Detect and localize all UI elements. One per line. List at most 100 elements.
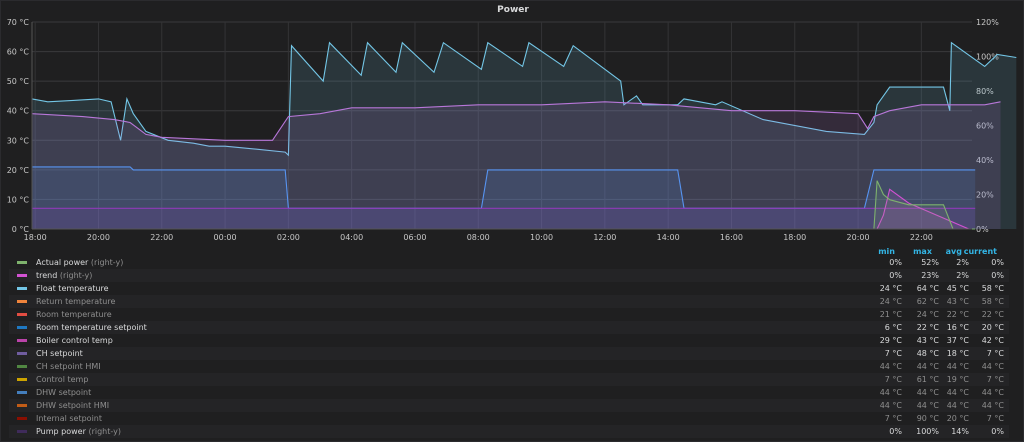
series-current: 20 °C (981, 323, 1004, 332)
series-name[interactable]: DHW setpoint HMI (36, 399, 109, 412)
series-color-swatch[interactable] (17, 300, 27, 303)
series-current: 42 °C (981, 336, 1004, 345)
y-left-tick-label: 10 °C (7, 195, 30, 204)
x-tick-label: 00:00 (214, 233, 237, 242)
series-current: 58 °C (981, 284, 1004, 293)
series-label: Actual power (36, 258, 89, 267)
series-label: Boiler control temp (36, 336, 113, 345)
series-label: Return temperature (36, 297, 116, 306)
legend-row[interactable]: Internal setpoint 7 °C 90 °C 20 °C 7 °C (9, 412, 1009, 425)
x-tick-label: 18:00 (24, 233, 47, 242)
legend-row[interactable]: Room temperature 21 °C 24 °C 22 °C 22 °C (9, 308, 1009, 321)
series-current: 0% (991, 258, 1004, 267)
series-name[interactable]: Boiler control temp (36, 334, 113, 347)
series-name[interactable]: trend (right-y) (36, 269, 92, 282)
legend-row[interactable]: Control temp 7 °C 61 °C 19 °C 7 °C (9, 373, 1009, 386)
series-color-swatch[interactable] (17, 261, 27, 264)
x-tick-label: 18:00 (783, 233, 806, 242)
x-tick-label: 14:00 (657, 233, 680, 242)
legend-row[interactable]: CH setpoint HMI 44 °C 44 °C 44 °C 44 °C (9, 360, 1009, 373)
x-tick-label: 16:00 (720, 233, 743, 242)
x-tick-label: 20:00 (847, 233, 870, 242)
series-area-3 (32, 208, 976, 229)
graph-panel: Power 0 °C 10 °C 20 °C 30 °C 40 °C 50 °C 60 °C… (0, 0, 1024, 442)
x-tick-label: 20:00 (87, 233, 110, 242)
legend-row[interactable]: DHW setpoint 44 °C 44 °C 44 °C 44 °C (9, 386, 1009, 399)
series-name[interactable]: DHW setpoint (36, 386, 91, 399)
y-left-tick-label: 40 °C (7, 107, 30, 116)
x-tick-label: 12:00 (593, 233, 616, 242)
series-label: Control temp (36, 375, 89, 384)
series-color-swatch[interactable] (17, 417, 27, 420)
legend-row[interactable]: CH setpoint 7 °C 48 °C 18 °C 7 °C (9, 347, 1009, 360)
y-left-tick-label: 70 °C (7, 18, 30, 27)
y-left-tick-label: 30 °C (7, 136, 30, 145)
series-current: 0% (991, 271, 1004, 280)
series-name[interactable]: CH setpoint HMI (36, 360, 101, 373)
series-color-swatch[interactable] (17, 430, 27, 433)
legend-row[interactable]: Actual power (right-y) 0% 52% 2% 0% (9, 256, 1009, 269)
legend-row[interactable]: trend (right-y) 0% 23% 2% 0% (9, 269, 1009, 282)
y-right-tick-label: 120% (976, 18, 999, 27)
series-color-swatch[interactable] (17, 287, 27, 290)
y-left-tick-label: 60 °C (7, 48, 30, 57)
legend-row[interactable]: DHW setpoint HMI 44 °C 44 °C 44 °C 44 °C (9, 399, 1009, 412)
series-name[interactable]: CH setpoint (36, 347, 83, 360)
series-color-swatch[interactable] (17, 339, 27, 342)
series-label: Float temperature (36, 284, 109, 293)
series-name[interactable]: Float temperature (36, 282, 109, 295)
series-current: 44 °C (981, 362, 1004, 371)
y-left-tick-label: 20 °C (7, 166, 30, 175)
series-label: DHW setpoint HMI (36, 401, 110, 410)
x-tick-label: 22:00 (150, 233, 173, 242)
legend-row[interactable]: Boiler control temp 29 °C 43 °C 37 °C 42 °C (9, 334, 1009, 347)
x-tick-label: 04:00 (340, 233, 363, 242)
series-name[interactable]: Internal setpoint (36, 412, 102, 425)
series-axis-suffix: (right-y) (88, 258, 124, 267)
series-color-swatch[interactable] (17, 313, 27, 316)
series-label: CH setpoint (36, 349, 83, 358)
series-label: Room temperature (36, 310, 112, 319)
x-tick-label: 22:00 (910, 233, 933, 242)
series-name[interactable]: Return temperature (36, 295, 115, 308)
chart-area: 0 °C10 °C20 °C30 °C40 °C50 °C60 °C70 °C0… (7, 18, 1017, 242)
legend-row[interactable]: Float temperature 24 °C 64 °C 45 °C 58 °C (9, 282, 1009, 295)
x-tick-label: 06:00 (403, 233, 426, 242)
series-label: trend (36, 271, 58, 280)
series-current: 44 °C (981, 388, 1004, 397)
series-color-swatch[interactable] (17, 274, 27, 277)
series-label: Pump power (36, 427, 86, 436)
series-label: DHW setpoint (36, 388, 92, 397)
series-name[interactable]: Actual power (right-y) (36, 256, 123, 269)
series-current: 7 °C (986, 414, 1004, 423)
series-current: 58 °C (981, 297, 1004, 306)
legend-row[interactable]: Return temperature 24 °C 62 °C 43 °C 58 °C (9, 295, 1009, 308)
legend-row[interactable]: Room temperature setpoint 6 °C 22 °C 16 °C 2… (9, 321, 1009, 334)
series-label: CH setpoint HMI (36, 362, 101, 371)
series-name[interactable]: Pump power (right-y) (36, 425, 121, 438)
series-color-swatch[interactable] (17, 378, 27, 381)
series-axis-suffix: (right-y) (85, 427, 121, 436)
series-color-swatch[interactable] (17, 391, 27, 394)
series-name[interactable]: Room temperature setpoint (36, 321, 147, 334)
series-current: 0% (991, 427, 1004, 436)
series-label: Internal setpoint (36, 414, 103, 423)
x-tick-label: 02:00 (277, 233, 300, 242)
series-label: Room temperature setpoint (36, 323, 147, 332)
x-tick-label: 08:00 (467, 233, 490, 242)
series-name[interactable]: Room temperature (36, 308, 112, 321)
legend-header-current[interactable]: current (947, 247, 997, 256)
series-color-swatch[interactable] (17, 352, 27, 355)
series-color-swatch[interactable] (17, 365, 27, 368)
y-left-tick-label: 50 °C (7, 77, 30, 86)
x-tick-label: 10:00 (530, 233, 553, 242)
series-color-swatch[interactable] (17, 404, 27, 407)
series-color-swatch[interactable] (17, 326, 27, 329)
series-axis-suffix: (right-y) (57, 271, 93, 280)
series-name[interactable]: Control temp (36, 373, 88, 386)
series-current: 44 °C (981, 401, 1004, 410)
series-current: 7 °C (986, 349, 1004, 358)
series-current: 7 °C (986, 375, 1004, 384)
series-current: 22 °C (981, 310, 1004, 319)
legend-row[interactable]: Pump power (right-y) 0% 100% 14% 0% (9, 425, 1009, 438)
